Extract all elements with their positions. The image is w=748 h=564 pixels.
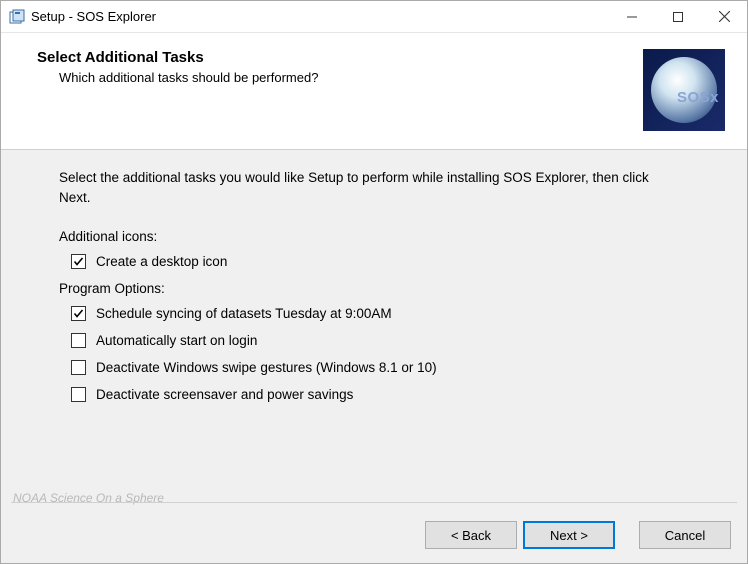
- wizard-header: Select Additional Tasks Which additional…: [1, 33, 747, 150]
- check-desktop-icon[interactable]: Create a desktop icon: [71, 254, 717, 269]
- maximize-button[interactable]: [655, 1, 701, 33]
- checkbox-icon: [71, 360, 86, 375]
- product-logo: SOSx: [643, 49, 725, 131]
- checkbox-icon: [71, 306, 86, 321]
- footer-separator: [11, 502, 737, 503]
- titlebar: Setup - SOS Explorer: [1, 1, 747, 33]
- page-title: Select Additional Tasks: [37, 49, 643, 66]
- window-title: Setup - SOS Explorer: [31, 9, 156, 24]
- next-button[interactable]: Next >: [523, 521, 615, 549]
- check-label: Deactivate Windows swipe gestures (Windo…: [96, 360, 437, 375]
- check-label: Schedule syncing of datasets Tuesday at …: [96, 306, 392, 321]
- intro-text: Select the additional tasks you would li…: [59, 168, 669, 207]
- check-screensaver[interactable]: Deactivate screensaver and power savings: [71, 387, 717, 402]
- check-auto-start[interactable]: Automatically start on login: [71, 333, 717, 348]
- back-button[interactable]: < Back: [425, 521, 517, 549]
- check-label: Deactivate screensaver and power savings: [96, 387, 353, 402]
- group-title-icons: Additional icons:: [59, 229, 717, 244]
- check-label: Automatically start on login: [96, 333, 257, 348]
- installer-icon: [9, 9, 25, 25]
- checkbox-icon: [71, 387, 86, 402]
- cancel-button[interactable]: Cancel: [639, 521, 731, 549]
- checkbox-icon: [71, 254, 86, 269]
- check-label: Create a desktop icon: [96, 254, 227, 269]
- checkbox-icon: [71, 333, 86, 348]
- check-swipe-gestures[interactable]: Deactivate Windows swipe gestures (Windo…: [71, 360, 717, 375]
- wizard-footer: < Back Next > Cancel: [1, 507, 747, 563]
- group-title-options: Program Options:: [59, 281, 717, 296]
- minimize-button[interactable]: [609, 1, 655, 33]
- wizard-body: Select the additional tasks you would li…: [1, 150, 747, 526]
- check-schedule-sync[interactable]: Schedule syncing of datasets Tuesday at …: [71, 306, 717, 321]
- close-button[interactable]: [701, 1, 747, 33]
- page-subtitle: Which additional tasks should be perform…: [37, 70, 643, 85]
- logo-label: SOSx: [677, 89, 719, 106]
